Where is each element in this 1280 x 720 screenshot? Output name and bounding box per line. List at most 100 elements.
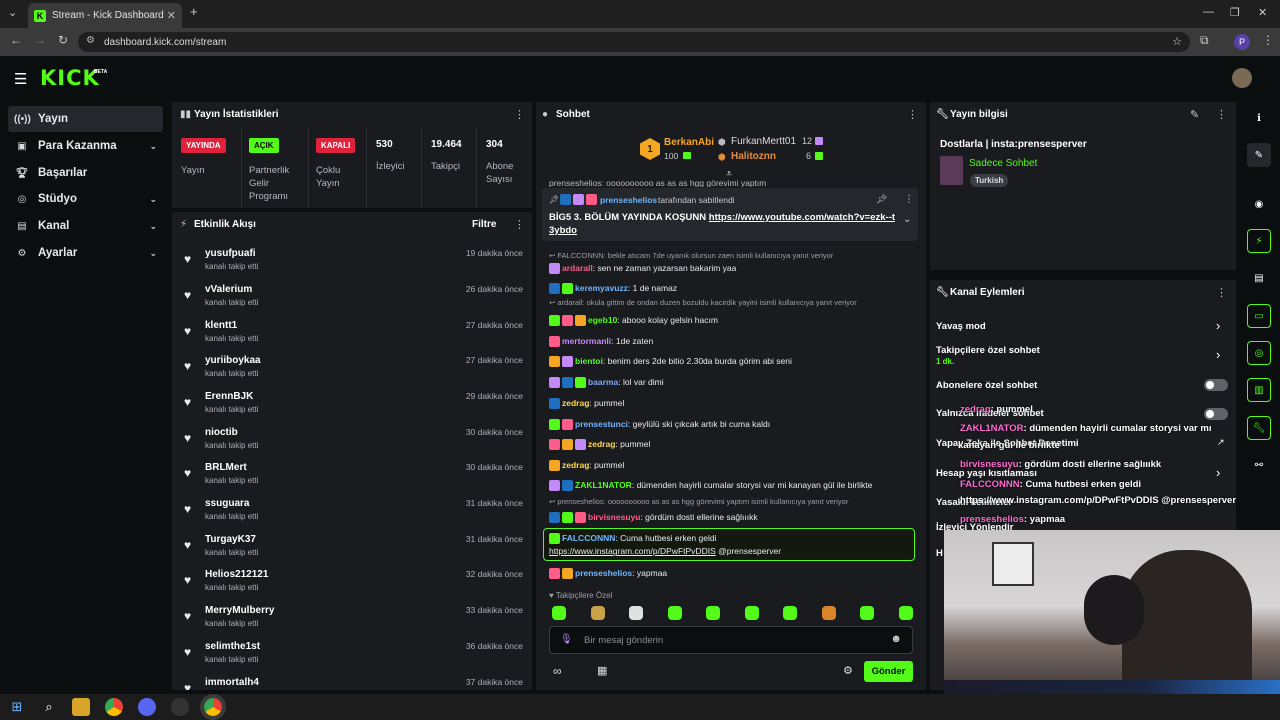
extensions-icon[interactable]: ⧉: [1200, 33, 1209, 48]
chevron-right-icon[interactable]: ›: [1216, 347, 1220, 362]
reload-icon[interactable]: ↻: [58, 33, 68, 47]
stat-label: Çoklu Yayın: [316, 165, 341, 189]
category-link[interactable]: Sadece Sohbet: [969, 158, 1037, 169]
emoji-icon[interactable]: ☻: [890, 633, 902, 645]
emote-icon[interactable]: [860, 606, 874, 620]
emote-icon[interactable]: [744, 606, 759, 620]
share-icon[interactable]: ⚯: [1247, 453, 1271, 477]
chevron-right-icon[interactable]: ›: [1216, 465, 1220, 480]
top-gifter-name[interactable]: BerkanAbi: [664, 137, 714, 148]
file-explorer-icon[interactable]: [72, 698, 90, 716]
pinned-menu-icon[interactable]: ⋮: [904, 194, 914, 205]
emote-icon[interactable]: [783, 606, 797, 620]
emote-icon[interactable]: [821, 606, 836, 620]
broadcast-icon[interactable]: ◎: [1247, 341, 1271, 365]
studio-icon: ◎: [17, 193, 27, 205]
camera-icon[interactable]: ◉: [1247, 192, 1271, 216]
stream-info-menu-icon[interactable]: ⋮: [1216, 108, 1227, 121]
store-icon[interactable]: ▦: [597, 664, 607, 677]
back-icon[interactable]: ←: [10, 33, 22, 47]
discord-icon[interactable]: [138, 698, 156, 716]
browser-tab[interactable]: K Stream - Kick Dashboard ✕: [28, 3, 182, 28]
site-info-icon[interactable]: ⚙: [86, 35, 95, 46]
chevron-right-icon[interactable]: ›: [1216, 318, 1220, 333]
subs-chat-row: Abonelere özel sohbet: [936, 380, 1038, 391]
emote-icon[interactable]: [629, 606, 643, 620]
kick-logo[interactable]: KICK: [40, 66, 100, 90]
category-thumbnail[interactable]: [940, 156, 963, 185]
slow-mode-row[interactable]: Yavaş mod: [936, 321, 1228, 332]
send-button[interactable]: Gönder: [864, 661, 913, 682]
chat-icon[interactable]: ▭: [1247, 304, 1271, 328]
divider: [366, 128, 367, 208]
chat-input[interactable]: 🎙︎ Bir mesaj gönderin ☻: [549, 626, 913, 654]
third-gifter-name[interactable]: Halitoznn: [731, 151, 776, 162]
chrome-icon[interactable]: [105, 698, 123, 716]
layout-icon[interactable]: ▥: [1247, 378, 1271, 402]
search-icon[interactable]: ⌕: [40, 698, 58, 716]
overlay-text: : gördüm dosti ellerine sağlıııkk: [1018, 459, 1162, 470]
sidebar-item-para-kazanma[interactable]: ▣ Para Kazanma ⌄: [8, 133, 163, 159]
external-link-icon[interactable]: ↗: [1217, 437, 1225, 448]
forward-icon[interactable]: →: [34, 33, 46, 47]
chat-menu-icon[interactable]: ⋮: [907, 108, 918, 121]
edit-icon[interactable]: ✎: [1190, 108, 1199, 121]
chevron-down-icon[interactable]: ⌄: [903, 214, 911, 225]
connections-icon[interactable]: ∞: [553, 664, 562, 678]
channel-icon: ▤: [17, 220, 27, 232]
close-window-icon[interactable]: ✕: [1258, 6, 1267, 19]
edit-icon[interactable]: ✎: [1247, 143, 1271, 167]
emote-icon[interactable]: [667, 606, 682, 620]
live-badge: YAYINDA: [181, 138, 226, 153]
overlay-user: birvisnesuyu: [960, 459, 1019, 470]
channel-actions-menu-icon[interactable]: ⋮: [1216, 286, 1227, 299]
stats-menu-icon[interactable]: ⋮: [514, 108, 525, 121]
divider: [241, 128, 242, 208]
obs-icon[interactable]: [171, 698, 189, 716]
tab-list-icon[interactable]: ⌄: [8, 6, 17, 19]
pinned-by-user[interactable]: prenseshelios: [600, 195, 657, 205]
stat-label: Takipçi: [431, 161, 461, 172]
subs-chat-toggle[interactable]: [1204, 379, 1228, 391]
emote-icon[interactable]: [706, 606, 720, 620]
restore-icon[interactable]: ❐: [1230, 6, 1240, 19]
user-avatar[interactable]: [1232, 68, 1252, 88]
profile-avatar[interactable]: P: [1234, 34, 1250, 50]
lightning-icon[interactable]: ⚡︎: [1247, 229, 1271, 253]
sidebar-item-yayin[interactable]: ((•)) Yayın: [8, 106, 163, 132]
emote-icon[interactable]: [590, 606, 605, 620]
silver-medal-icon: ⬢: [718, 137, 726, 147]
info-icon[interactable]: ℹ: [1247, 106, 1271, 130]
hamburger-menu-icon[interactable]: ☰: [14, 70, 27, 88]
document-icon[interactable]: ▤: [1247, 266, 1271, 290]
minimize-icon[interactable]: —: [1203, 6, 1214, 18]
sidebar-item-studyo[interactable]: ◎ Stüdyo ⌄: [8, 186, 163, 212]
trophy-icon: 🏆︎: [15, 167, 29, 179]
sidebar-item-basarilar[interactable]: 🏆︎ Başarılar: [8, 160, 163, 186]
close-tab-icon[interactable]: ✕: [167, 9, 176, 22]
followers-chat-row[interactable]: Takipçilere özel sohbet: [936, 345, 1228, 356]
microphone-icon[interactable]: 🎙︎: [560, 634, 573, 645]
emote-icon[interactable]: [898, 606, 913, 620]
filter-button[interactable]: Filtre: [472, 219, 496, 230]
activity-menu-icon[interactable]: ⋮: [514, 218, 525, 231]
browser-menu-icon[interactable]: ⋮: [1262, 33, 1274, 47]
emote-icon[interactable]: [552, 606, 566, 620]
language-tag[interactable]: Turkish: [970, 174, 1009, 187]
wrench-icon[interactable]: 🔧︎: [1247, 416, 1271, 440]
sidebar-item-kanal[interactable]: ▤ Kanal ⌄: [8, 213, 163, 239]
overlay-text: : Cuma hutbesi erken geldi: [1019, 479, 1142, 490]
second-gifter-name[interactable]: FurkanMertt01: [731, 136, 796, 147]
windows-taskbar: [0, 694, 1280, 720]
activity-feed-panel: [172, 212, 532, 690]
chrome-active-icon[interactable]: [200, 694, 226, 720]
unpin-icon[interactable]: 📌︎: [876, 194, 887, 205]
bookmark-star-icon[interactable]: ☆: [1172, 35, 1182, 48]
chat-settings-icon[interactable]: ⚙: [843, 664, 853, 677]
overlay-text: https://www.instagram.com/p/DPwFtPvDDIS …: [960, 495, 1237, 506]
emote-only-toggle[interactable]: [1204, 408, 1228, 420]
url-field[interactable]: ⚙ dashboard.kick.com/stream ☆: [78, 32, 1190, 52]
sidebar-item-ayarlar[interactable]: ⚙ Ayarlar ⌄: [8, 240, 163, 266]
windows-start-icon[interactable]: ⊞: [8, 698, 26, 716]
new-tab-icon[interactable]: +: [190, 4, 198, 19]
